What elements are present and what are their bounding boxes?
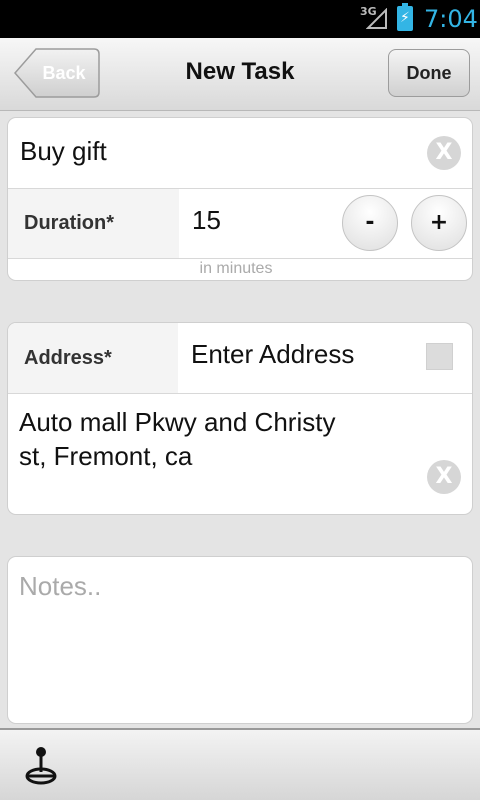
status-bar: 3G ⚡ 7:04 [0, 0, 480, 38]
status-time: 7:04 [424, 5, 478, 33]
duration-hint: in minutes [199, 260, 273, 277]
title-bar: Back New Task Done [0, 38, 480, 111]
notes-field[interactable]: Notes.. [19, 571, 101, 602]
signal-icon [366, 8, 387, 29]
clear-icon: X [435, 140, 453, 165]
address-line: st, Fremont, ca [19, 441, 193, 471]
address-line: Auto mall Pkwy and Christy [19, 407, 336, 437]
task-card: Buy gift X Duration* 15 - + in minutes [7, 117, 473, 281]
joystick-icon[interactable] [24, 746, 58, 786]
address-text-field[interactable]: Auto mall Pkwy and Christy st, Fremont, … [19, 405, 399, 473]
done-button[interactable]: Done [388, 49, 470, 97]
duration-label: Duration* [8, 189, 179, 258]
address-checkbox[interactable] [426, 343, 453, 370]
back-button-label: Back [42, 63, 86, 83]
duration-increment-button[interactable]: + [411, 195, 467, 251]
address-input[interactable]: Enter Address [191, 339, 354, 370]
charging-icon: ⚡ [400, 10, 410, 26]
notes-card[interactable]: Notes.. [7, 556, 473, 724]
clear-icon: X [435, 464, 453, 489]
divider [8, 258, 472, 259]
address-label: Address* [8, 323, 178, 393]
page-title: New Task [185, 58, 295, 85]
duration-decrement-button[interactable]: - [342, 195, 398, 251]
address-label-text: Address* [24, 347, 112, 369]
duration-label-text: Duration* [24, 212, 114, 234]
back-button[interactable]: Back [14, 48, 100, 98]
duration-input[interactable]: 15 [192, 205, 221, 236]
clear-task-name-button[interactable]: X [427, 136, 461, 170]
clear-address-button[interactable]: X [427, 460, 461, 494]
divider [8, 393, 472, 394]
address-card: Address* Enter Address Auto mall Pkwy an… [7, 322, 473, 515]
bottom-bar [0, 728, 480, 800]
task-name-field[interactable]: Buy gift [20, 136, 107, 167]
